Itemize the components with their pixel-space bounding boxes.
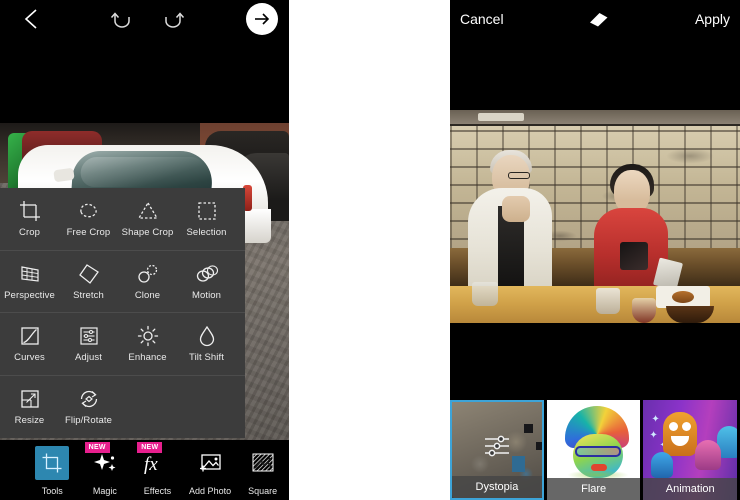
crop-icon (19, 199, 41, 223)
new-badge: NEW (84, 442, 110, 453)
undo-icon[interactable] (110, 8, 140, 32)
stretch-icon (77, 262, 101, 286)
filter-label: Flare (546, 478, 641, 500)
tool-empty-slot (118, 376, 177, 439)
tilt-shift-drop-icon (197, 324, 217, 348)
left-bottom-navbar: Tools NEW Magic NEW fx Effects Add Photo… (0, 440, 289, 500)
filter-label: Dystopia (452, 476, 542, 498)
nav-label: Square (248, 486, 278, 496)
redo-icon[interactable] (155, 8, 185, 32)
tool-shape-crop[interactable]: Shape Crop (118, 188, 177, 250)
tool-label: Stretch (73, 289, 104, 301)
tool-curves[interactable]: Curves (0, 313, 59, 375)
clone-icon (136, 262, 160, 286)
apply-button[interactable]: Apply (695, 11, 730, 27)
right-top-toolbar: Cancel Apply (450, 0, 740, 38)
nav-item-magic[interactable]: NEW Magic (79, 442, 132, 496)
tool-adjust[interactable]: Adjust (59, 313, 118, 375)
filter-label: Animation (643, 478, 737, 500)
perspective-grid-icon (18, 262, 42, 286)
enhance-sun-icon (136, 324, 160, 348)
back-icon[interactable] (20, 6, 44, 32)
new-badge: NEW (137, 442, 163, 453)
tool-label: Crop (19, 227, 40, 239)
adjust-sliders-icon (78, 324, 100, 348)
tool-stretch[interactable]: Stretch (59, 251, 118, 313)
filter-item-dystopia[interactable]: Dystopia (450, 400, 544, 500)
tools-row: Curves Adjust Enhance Tilt Shift (0, 313, 245, 376)
photo-glass-middle (596, 288, 620, 314)
tool-tilt-shift[interactable]: Tilt Shift (177, 313, 236, 375)
tool-label: Resize (14, 415, 45, 427)
selection-icon (196, 199, 218, 223)
eraser-icon[interactable] (586, 8, 612, 30)
tool-empty-slot (177, 376, 236, 439)
filter-thumbnail-strip[interactable]: Dystopia Flare ✦ ✦ ✦ (450, 400, 740, 500)
tool-selection[interactable]: Selection (177, 188, 236, 250)
tool-resize[interactable]: Resize (0, 376, 59, 439)
tool-enhance[interactable]: Enhance (118, 313, 177, 375)
tools-row: Crop Free Crop Shape Crop Selection (0, 188, 245, 251)
tools-row: Perspective Stretch Clone Motion (0, 251, 245, 313)
photo-ceiling-frame (450, 110, 740, 126)
tool-label: Shape Crop (121, 227, 174, 239)
tool-clone[interactable]: Clone (118, 251, 177, 313)
nav-item-effects[interactable]: NEW fx Effects (131, 442, 184, 496)
photo-woman1-glasses (508, 172, 530, 179)
tool-label: Motion (191, 289, 222, 301)
nav-label: Tools (41, 486, 63, 496)
nav-item-tools[interactable]: Tools (26, 446, 79, 496)
shape-crop-icon (136, 199, 160, 223)
tool-label: Perspective (4, 289, 55, 301)
tool-motion[interactable]: Motion (177, 251, 236, 313)
filter-settings-sliders-icon[interactable] (480, 433, 514, 459)
motion-icon (194, 262, 220, 286)
nav-item-add-photo[interactable]: Add Photo (184, 446, 237, 496)
nav-label: Magic (92, 486, 117, 496)
photo-woman2-shirt-print (620, 242, 648, 270)
tool-label: Curves (14, 352, 45, 364)
cancel-button[interactable]: Cancel (460, 11, 504, 27)
photo-woman1-hands (502, 196, 530, 222)
next-arrow-icon[interactable] (246, 3, 278, 35)
left-phone-panel: Crop Free Crop Shape Crop Selection Pers… (0, 0, 289, 500)
curves-icon (19, 324, 41, 348)
crop-tools-icon (35, 446, 70, 480)
tool-label: Enhance (128, 352, 167, 364)
right-photo-canvas[interactable] (450, 110, 740, 323)
tool-crop[interactable]: Crop (0, 188, 59, 250)
nav-label: Add Photo (189, 486, 232, 496)
tool-label: Clone (134, 289, 161, 301)
left-top-toolbar (0, 0, 289, 40)
nav-item-square[interactable]: Square (236, 446, 289, 496)
tool-label: Adjust (74, 352, 102, 364)
square-fit-icon (246, 446, 280, 480)
tool-label: Tilt Shift (189, 352, 224, 364)
photo-wine-glass (632, 298, 656, 323)
flip-rotate-icon (77, 387, 101, 411)
panel-divider-gap (289, 0, 450, 500)
tools-row: Resize Flip/Rotate (0, 376, 245, 439)
tool-free-crop[interactable]: Free Crop (59, 188, 118, 250)
svg-text:fx: fx (144, 454, 158, 475)
photo-glass-left (472, 282, 498, 306)
tool-label: Flip/Rotate (64, 415, 113, 427)
screenshot-stage: Crop Free Crop Shape Crop Selection Pers… (0, 0, 740, 500)
free-crop-icon (77, 199, 101, 223)
tool-label: Selection (186, 227, 227, 239)
filter-item-flare[interactable]: Flare (546, 400, 641, 500)
add-photo-icon (193, 446, 227, 480)
resize-icon (19, 387, 41, 411)
nav-label: Effects (143, 486, 172, 496)
tools-grid-panel: Crop Free Crop Shape Crop Selection Pers… (0, 188, 245, 438)
tool-flip-rotate[interactable]: Flip/Rotate (59, 376, 118, 439)
right-phone-panel: Cancel Apply Dystopia Flare ✦ ✦ Animatio… (450, 0, 740, 500)
photo-food (672, 291, 694, 303)
tool-label: Free Crop (66, 227, 111, 239)
tool-perspective[interactable]: Perspective (0, 251, 59, 313)
filter-item-animation[interactable]: ✦ ✦ ✦ Animation (643, 400, 737, 500)
